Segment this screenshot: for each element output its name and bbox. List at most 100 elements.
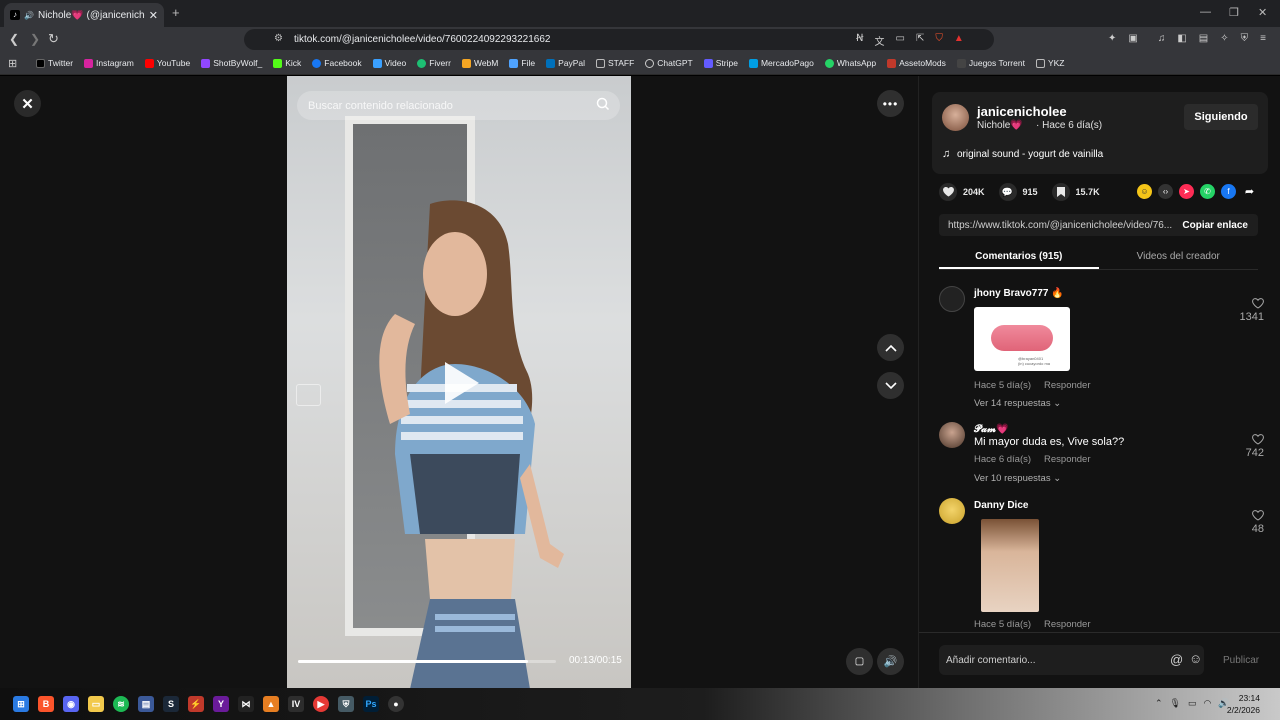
bookmark-whatsapp[interactable]: WhatsApp <box>824 58 876 68</box>
tab-comments[interactable]: Comentarios (915) <box>939 246 1099 269</box>
bookmark-assetomods[interactable]: AssetoMods <box>887 58 946 68</box>
facebook-share-icon[interactable]: f <box>1221 184 1236 199</box>
browser-tab[interactable]: ♪ 🔊 Nichole💗 (@janicenicholee) ✕ <box>4 3 164 27</box>
following-button[interactable]: Siguiendo <box>1184 104 1258 130</box>
site-settings-icon[interactable]: ⚙ <box>274 33 283 44</box>
bookmark-webm[interactable]: WebM <box>461 58 498 68</box>
bookmark-facebook[interactable]: Facebook <box>312 58 362 68</box>
obs-icon[interactable]: ● <box>388 696 404 712</box>
discord-icon[interactable]: ◉ <box>63 696 79 712</box>
reply-button[interactable]: Responder <box>1044 619 1090 630</box>
creator-avatar[interactable] <box>942 104 969 131</box>
picture-in-picture-icon[interactable] <box>296 384 321 406</box>
copy-link-button[interactable]: Copiar enlace <box>1172 220 1258 231</box>
bookmark-fiverr[interactable]: Fiverr <box>417 58 451 68</box>
menu-icon[interactable]: ≡ <box>1260 33 1266 44</box>
next-video-button[interactable] <box>877 372 904 399</box>
commenter-name[interactable]: Danny Dice <box>974 500 1028 511</box>
media-icon[interactable]: ♫ <box>1158 33 1166 44</box>
network-icon[interactable]: ▭ <box>1188 698 1197 709</box>
bookmark-juegos-torrent[interactable]: Juegos Torrent <box>956 58 1025 68</box>
embed-icon[interactable]: ‹› <box>1158 184 1173 199</box>
floating-player-button[interactable]: ▢ <box>846 648 873 675</box>
volume-button[interactable]: 🔊 <box>877 648 904 675</box>
leo-ai-icon[interactable]: ✧ <box>1220 33 1228 44</box>
forward-icon[interactable]: ❯ <box>30 32 40 46</box>
y-app-icon[interactable]: Y <box>213 696 229 712</box>
bookmark-twitter[interactable]: Twitter <box>36 58 73 68</box>
bookmark-chatgpt[interactable]: ChatGPT <box>645 58 693 68</box>
comment-button[interactable]: 💬 915 <box>998 183 1038 201</box>
brave-rewards-icon[interactable]: ▲ <box>954 33 964 48</box>
bookmark-file[interactable]: File <box>509 58 535 68</box>
video-player[interactable]: Buscar contenido relacionado 00:13/00:15 <box>287 76 631 688</box>
comment-input[interactable]: Añadir comentario... @ ☺ <box>939 645 1204 675</box>
reader-mode-icon[interactable]: Ꞥ <box>856 33 863 48</box>
commenter-avatar[interactable] <box>939 498 965 524</box>
bookmark-shotbywolf[interactable]: ShotByWolf_ <box>201 58 262 68</box>
minimize-icon[interactable]: — <box>1200 6 1211 18</box>
emoji-icon[interactable]: ☺ <box>1189 651 1202 666</box>
extensions-icon[interactable]: ✦ <box>1108 33 1116 44</box>
reload-icon[interactable]: ↻ <box>48 31 59 47</box>
photoshop-icon[interactable]: Ps <box>363 696 379 712</box>
bookmark-mercadopago[interactable]: MercadoPago <box>748 58 814 68</box>
capcut-icon[interactable]: ⋈ <box>238 696 254 712</box>
wifi-icon[interactable]: ◠ <box>1204 698 1212 709</box>
steam-icon[interactable]: S <box>163 696 179 712</box>
bookmark-kick[interactable]: Kick <box>273 58 301 68</box>
play-icon[interactable] <box>445 362 479 404</box>
tray-chevron-icon[interactable]: ⌃ <box>1155 698 1163 709</box>
bookmark-staff[interactable]: STAFF <box>596 58 634 68</box>
commenter-avatar[interactable] <box>939 286 965 312</box>
comment-image[interactable] <box>981 519 1039 612</box>
network-app-icon[interactable]: ▤ <box>138 696 154 712</box>
translate-icon[interactable]: 文 <box>874 33 884 48</box>
bookmark-paypal[interactable]: PayPal <box>546 58 585 68</box>
whatsapp-share-icon[interactable]: ✆ <box>1200 184 1215 199</box>
reply-button[interactable]: Responder <box>1044 380 1090 391</box>
share-friends-icon[interactable]: ☺ <box>1137 184 1152 199</box>
vlc-icon[interactable]: ▲ <box>263 696 279 712</box>
cast-icon[interactable]: ▭ <box>895 33 904 48</box>
comment-like-button[interactable]: 48 <box>1234 510 1264 535</box>
new-tab-button[interactable]: + <box>172 5 180 20</box>
bookmark-video[interactable]: Video <box>372 58 406 68</box>
screenshot-icon[interactable]: ▣ <box>1128 33 1137 44</box>
back-icon[interactable]: ❮ <box>9 32 19 46</box>
sound-title[interactable]: original sound - yogurt de vainilla <box>957 149 1103 160</box>
commenter-name[interactable]: 𝓟𝓪𝓶💗 <box>974 424 1008 435</box>
bookmark-youtube[interactable]: YouTube <box>144 58 190 68</box>
spotify-icon[interactable]: ≋ <box>113 696 129 712</box>
brave-shield-icon[interactable]: ⛉ <box>935 33 943 48</box>
more-options-button[interactable]: ••• <box>877 90 904 117</box>
related-search-input[interactable]: Buscar contenido relacionado <box>297 91 620 120</box>
save-button[interactable]: 15.7K <box>1051 183 1100 201</box>
creator-username[interactable]: janicenicholee <box>977 104 1067 119</box>
media-player-icon[interactable]: ▶ <box>313 696 329 712</box>
microphone-icon[interactable]: 🎙 <box>1170 698 1181 709</box>
share-page-icon[interactable]: ⇱ <box>916 33 924 48</box>
commenter-avatar[interactable] <box>939 422 965 448</box>
close-tab-icon[interactable]: ✕ <box>149 9 158 22</box>
previous-video-button[interactable] <box>877 334 904 361</box>
apps-grid-icon[interactable]: ⊞ <box>8 57 17 70</box>
file-explorer-icon[interactable]: ▭ <box>88 696 104 712</box>
send-icon[interactable]: ➤ <box>1179 184 1194 199</box>
close-window-icon[interactable]: ✕ <box>1258 6 1267 19</box>
commenter-name[interactable]: jhony Bravo777 🔥 <box>974 288 1064 299</box>
windows-start-icon[interactable]: ⊞ <box>13 696 29 712</box>
wallet-icon[interactable]: ▤ <box>1199 33 1208 44</box>
comment-image[interactable]: @brayan0401 (in) cucayordo ma <box>974 307 1070 371</box>
view-replies-button[interactable]: Ver 14 respuestas ⌄ <box>974 398 1061 409</box>
mention-icon[interactable]: @ <box>1170 652 1183 667</box>
shield-app-icon[interactable]: ⛨ <box>338 696 354 712</box>
video-progress-bar[interactable] <box>298 660 556 663</box>
brave-browser-icon[interactable]: B <box>38 696 54 712</box>
view-replies-button[interactable]: Ver 10 respuestas ⌄ <box>974 473 1061 484</box>
bookmark-stripe[interactable]: Stripe <box>703 58 738 68</box>
tab-creator-videos[interactable]: Videos del creador <box>1099 246 1259 269</box>
maximize-icon[interactable]: ❐ <box>1229 6 1239 19</box>
bookmark-ykz[interactable]: YKZ <box>1035 58 1064 68</box>
comment-like-button[interactable]: 1341 <box>1234 298 1264 323</box>
